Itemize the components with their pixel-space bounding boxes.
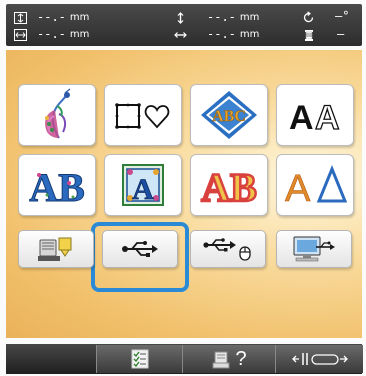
applique-alphabet-label: AB: [201, 165, 257, 207]
greek-alphabet-button[interactable]: A: [276, 154, 361, 223]
angle-value: –°: [335, 9, 350, 23]
peacock-icon: [45, 88, 71, 139]
usb-mouse-icon: [203, 238, 251, 261]
applique-alphabet-icon: AB: [200, 164, 258, 207]
vertical-value: --.-: [207, 10, 236, 24]
thread-spool-icon: [304, 29, 317, 41]
monogram-label: ABC: [212, 108, 246, 125]
rotate-icon: [302, 10, 315, 22]
alphabet-font-icon: A A: [289, 98, 340, 135]
horizontal-unit: mm: [239, 28, 260, 40]
width-unit: mm: [69, 28, 90, 40]
alphabet-font-button[interactable]: A A: [276, 84, 361, 153]
computer-usb-icon: [293, 236, 335, 262]
screen: --.- mm --.- mm –° --.- mm --.- mm – ABC…: [0, 0, 366, 376]
decorative-alphabet-button[interactable]: AB: [18, 154, 103, 223]
svg-text:A: A: [289, 99, 314, 135]
usb-icon: [122, 241, 158, 257]
width-readout: --.- mm: [14, 27, 89, 41]
width-value: --.-: [37, 27, 66, 41]
help-label: ?: [235, 347, 247, 370]
thread-list-button[interactable]: [96, 345, 182, 373]
angle-readout: –°: [302, 9, 349, 23]
status-bar: --.- mm --.- mm –° --.- mm --.- mm –: [6, 4, 362, 46]
bottom-toolbar: ?: [6, 344, 363, 374]
height-unit: mm: [69, 11, 90, 23]
horizontal-arrow-icon: [174, 29, 187, 40]
vertical-arrow-icon: [174, 11, 187, 24]
floral-alphabet-label: A: [132, 173, 154, 206]
monogram-pattern-button[interactable]: ABC: [190, 84, 275, 153]
vertical-unit: mm: [239, 11, 260, 23]
width-icon: [14, 28, 27, 41]
floral-alphabet-icon: A: [122, 164, 164, 206]
height-icon: [14, 11, 27, 24]
height-readout: --.- mm: [14, 10, 89, 24]
usb-computer-button[interactable]: [190, 230, 266, 268]
svg-text:A: A: [285, 168, 311, 207]
decorative-alphabet-icon: AB: [29, 165, 86, 208]
height-value: --.-: [37, 10, 66, 24]
frame-shapes-icon: [115, 103, 170, 129]
checklist-icon: [131, 349, 148, 369]
needle-frame-move-icon: [291, 353, 348, 365]
embroidery-pattern-button[interactable]: [18, 84, 103, 153]
horizontal-value: --.-: [207, 27, 236, 41]
vertical-readout: --.- mm: [174, 10, 259, 24]
frame-move-button[interactable]: [275, 345, 363, 373]
decorative-alphabet-label: AB: [29, 165, 85, 207]
machine-help-icon: [212, 351, 230, 369]
thread-value: –: [337, 27, 345, 41]
floral-alphabet-button[interactable]: A: [104, 154, 189, 223]
svg-text:A: A: [315, 99, 340, 135]
thread-readout: –: [304, 27, 344, 41]
monogram-diamond-icon: ABC: [201, 91, 257, 139]
applique-alphabet-button[interactable]: AB: [190, 154, 275, 223]
computer-connection-button[interactable]: [276, 230, 352, 268]
frame-pattern-button[interactable]: [104, 84, 189, 153]
machine-memory-button[interactable]: [18, 230, 94, 268]
machine-memory-icon: [38, 237, 72, 261]
pattern-selection-panel: ABC A A AB A AB A: [6, 50, 362, 338]
usb-media-button[interactable]: [102, 230, 178, 268]
horizontal-readout: --.- mm: [174, 27, 259, 41]
greek-alphabet-icon: A: [285, 165, 347, 207]
help-button[interactable]: ?: [182, 345, 275, 373]
